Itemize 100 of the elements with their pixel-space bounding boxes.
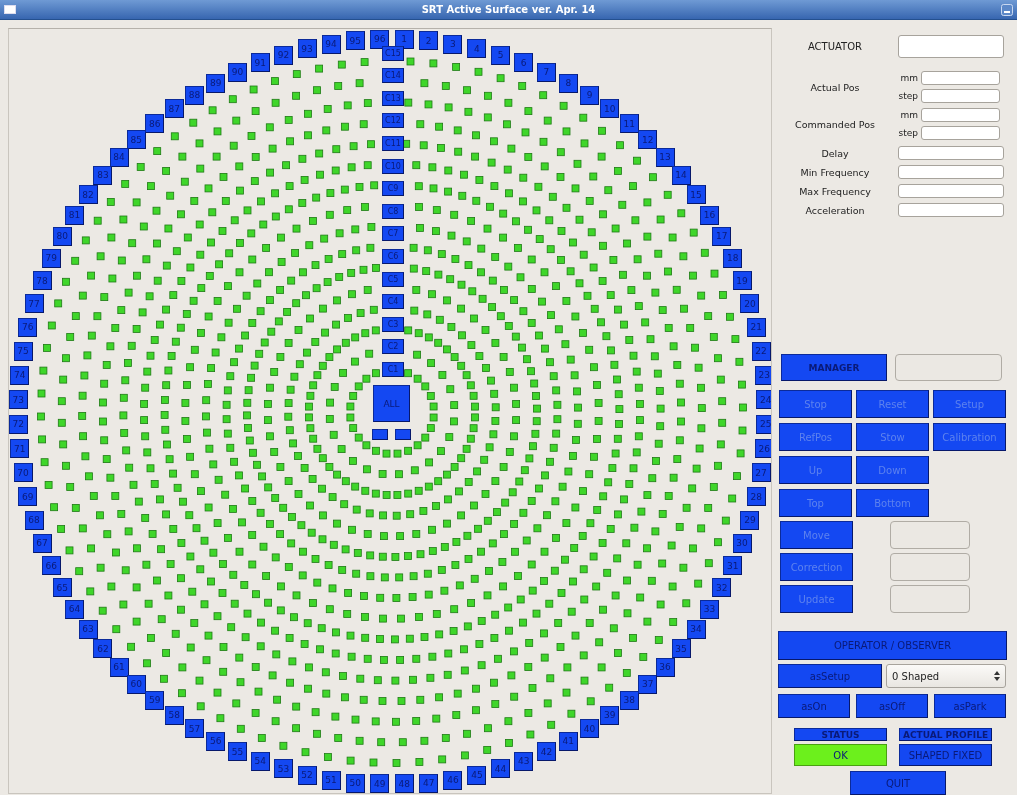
actuator-button[interactable]: 42: [536, 742, 556, 762]
actuator-button[interactable]: 3: [443, 34, 463, 54]
actuator-button[interactable]: 17: [712, 226, 732, 246]
mode-button[interactable]: asOn: [778, 694, 850, 718]
actuator-button[interactable]: 57: [185, 719, 204, 739]
actuator-button[interactable]: 30: [732, 533, 752, 553]
actuator-button[interactable]: 71: [10, 439, 30, 459]
actuator-button[interactable]: 88: [185, 85, 204, 105]
actuator-button[interactable]: 44: [491, 759, 511, 779]
actuator-button[interactable]: 66: [41, 556, 61, 576]
actuator-button[interactable]: 67: [32, 533, 52, 553]
actuator-button[interactable]: 2: [419, 31, 439, 51]
actuator-button[interactable]: 18: [723, 248, 743, 268]
actuator-button[interactable]: 37: [638, 674, 658, 694]
setup-button[interactable]: asSetup: [778, 664, 882, 688]
ring-button[interactable]: C12: [382, 113, 404, 129]
actuator-button[interactable]: 27: [751, 463, 771, 483]
actuator-button[interactable]: 59: [145, 690, 165, 710]
actuator-button[interactable]: 61: [109, 657, 129, 677]
actuator-button[interactable]: 70: [13, 463, 33, 483]
actuator-button[interactable]: 45: [467, 765, 487, 785]
actuator-button[interactable]: 55: [228, 742, 248, 762]
actuator-button[interactable]: 96: [370, 29, 390, 49]
manager-button[interactable]: MANAGER: [781, 354, 887, 381]
actuator-button[interactable]: 39: [600, 705, 620, 725]
actuator-button[interactable]: 50: [345, 773, 365, 793]
actuator-button[interactable]: 7: [536, 62, 556, 82]
actuator-button[interactable]: 82: [78, 185, 98, 205]
actuator-button[interactable]: 21: [746, 317, 766, 337]
actuator-button[interactable]: 43: [514, 751, 534, 771]
mode-button[interactable]: asOff: [856, 694, 928, 718]
actuator-button[interactable]: 77: [24, 294, 44, 314]
ring-button[interactable]: C8: [382, 203, 404, 219]
actuator-button[interactable]: 58: [164, 705, 184, 725]
actuator-button[interactable]: 51: [321, 770, 341, 790]
actuator-button[interactable]: 32: [712, 578, 732, 598]
actuator-button[interactable]: 47: [419, 773, 439, 793]
actuator-button[interactable]: 76: [18, 317, 38, 337]
actuator-button[interactable]: 73: [9, 390, 28, 410]
ring-button[interactable]: C13: [382, 90, 404, 106]
quit-button[interactable]: QUIT: [850, 771, 946, 795]
ring-button[interactable]: C4: [382, 294, 404, 310]
profile-select[interactable]: 0 Shaped: [886, 664, 1006, 688]
actuator-button[interactable]: 95: [345, 31, 365, 51]
actuator-button[interactable]: 28: [746, 487, 766, 507]
ring-button[interactable]: C6: [382, 249, 404, 264]
actuator-button[interactable]: 23: [754, 365, 771, 385]
actuator-button[interactable]: 8: [558, 73, 578, 93]
ring-button[interactable]: C14: [382, 68, 404, 84]
actuator-button[interactable]: 5: [491, 45, 511, 65]
actuator-button[interactable]: 72: [9, 414, 28, 434]
actuator-button[interactable]: 25: [756, 414, 771, 434]
ring-button[interactable]: C5: [382, 271, 404, 287]
actuator-button[interactable]: 94: [321, 34, 341, 54]
actuator-button[interactable]: 56: [206, 731, 226, 751]
actuator-button[interactable]: 29: [740, 510, 760, 530]
ring-button[interactable]: C15: [382, 45, 404, 61]
actuator-button[interactable]: 10: [600, 99, 620, 119]
actuator-button[interactable]: 19: [732, 271, 752, 291]
actuator-button[interactable]: 4: [467, 39, 487, 59]
ring-button[interactable]: C11: [382, 136, 404, 151]
actuator-button[interactable]: 16: [700, 205, 720, 225]
actuator-button[interactable]: 65: [52, 578, 72, 598]
actuator-button[interactable]: 38: [619, 690, 639, 710]
actuator-button[interactable]: 74: [10, 365, 30, 385]
ring-button[interactable]: C9: [382, 181, 404, 197]
actuator-button[interactable]: 92: [273, 45, 293, 65]
actuator-button[interactable]: 93: [297, 39, 317, 59]
actuator-button[interactable]: 60: [126, 674, 146, 694]
actuator-button[interactable]: 20: [740, 294, 760, 314]
actuator-button[interactable]: 63: [78, 619, 98, 639]
actuator-button[interactable]: 64: [64, 599, 84, 619]
actuator-button[interactable]: 68: [24, 510, 44, 530]
actuator-button[interactable]: 87: [164, 99, 184, 119]
actuator-button[interactable]: 89: [206, 73, 226, 93]
ring-button[interactable]: C2: [382, 339, 404, 355]
actuator-button[interactable]: 85: [126, 130, 146, 150]
actuator-button[interactable]: 83: [93, 165, 113, 185]
actuator-button[interactable]: 80: [52, 226, 72, 246]
ring-button[interactable]: C3: [382, 316, 404, 332]
actuator-button[interactable]: 91: [250, 53, 270, 73]
actuator-button[interactable]: 84: [109, 147, 129, 167]
actuator-button[interactable]: 78: [32, 271, 52, 291]
actuator-button[interactable]: 46: [443, 770, 463, 790]
actuator-button[interactable]: 11: [619, 114, 639, 134]
actuator-button[interactable]: 54: [250, 751, 270, 771]
actuator-button[interactable]: 31: [723, 556, 743, 576]
actuator-button[interactable]: 1: [394, 29, 414, 49]
actuator-button[interactable]: 34: [686, 619, 706, 639]
actuator-button[interactable]: 24: [756, 390, 771, 410]
actuator-button[interactable]: 6: [514, 53, 534, 73]
ring-button[interactable]: C7: [382, 226, 404, 242]
mode-button[interactable]: asPark: [934, 694, 1006, 718]
actuator-button[interactable]: 35: [671, 639, 691, 659]
actuator-button[interactable]: 12: [638, 130, 658, 150]
actuator-button[interactable]: 26: [754, 439, 771, 459]
all-button[interactable]: ALL: [373, 385, 410, 422]
actuator-button[interactable]: 69: [18, 487, 38, 507]
actuator-button[interactable]: 81: [64, 205, 84, 225]
actuator-button[interactable]: 49: [370, 774, 390, 793]
